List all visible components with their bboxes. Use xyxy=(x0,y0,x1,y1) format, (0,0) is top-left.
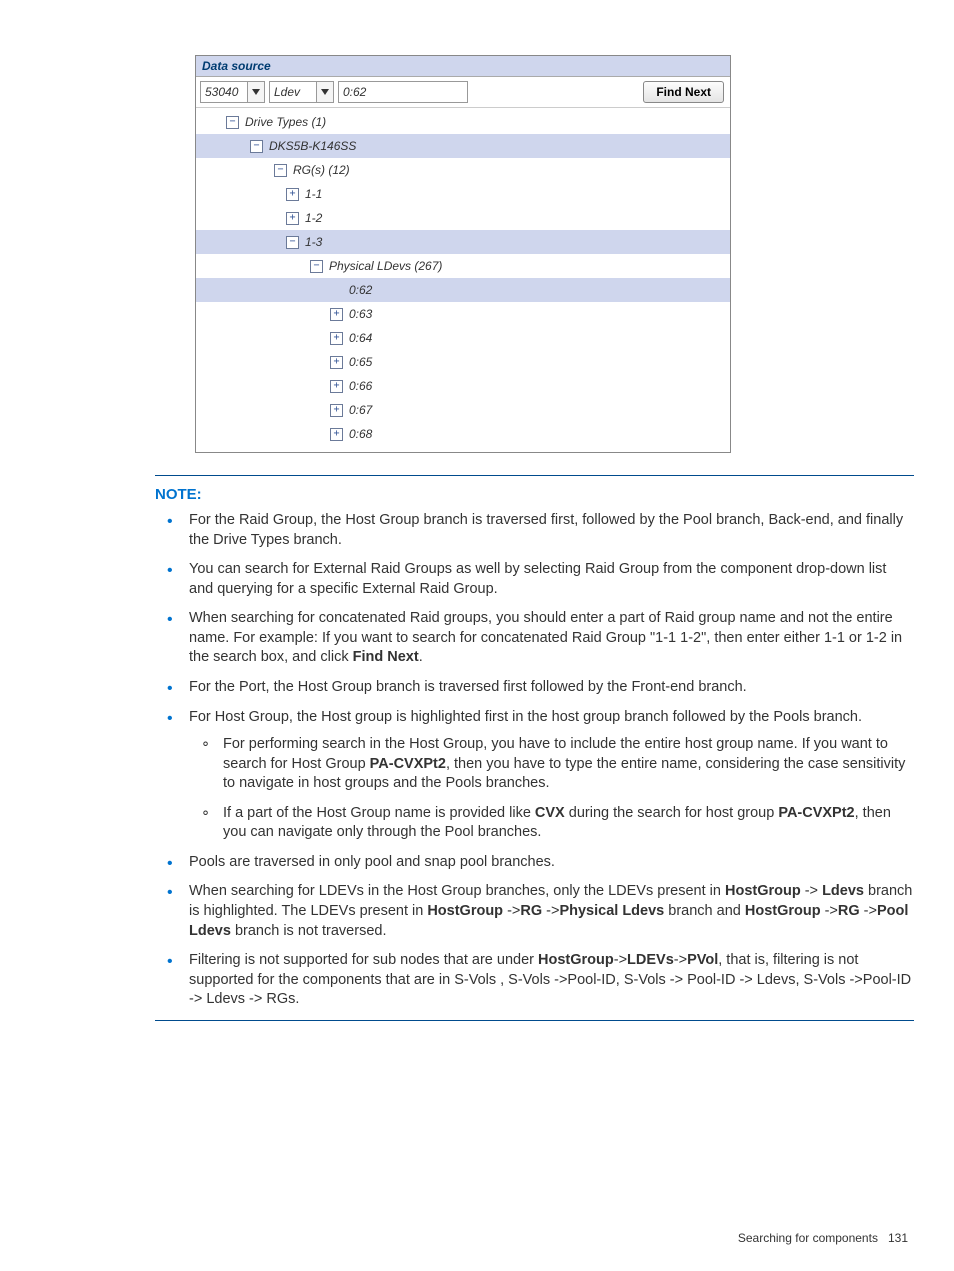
list-item: When searching for concatenated Raid gro… xyxy=(155,609,914,668)
divider xyxy=(155,475,914,476)
tree-node-drive-types[interactable]: −Drive Types (1) xyxy=(196,110,730,134)
note-list: For the Raid Group, the Host Group branc… xyxy=(155,511,914,1010)
component-select-value: Ldev xyxy=(270,85,316,99)
list-item: For the Raid Group, the Host Group branc… xyxy=(155,511,914,550)
expand-icon[interactable]: + xyxy=(330,428,343,441)
array-select[interactable]: 53040 xyxy=(200,81,265,103)
expand-icon[interactable]: + xyxy=(330,308,343,321)
search-input[interactable] xyxy=(338,81,468,103)
tree-node-ldev[interactable]: +0:63 xyxy=(196,302,730,326)
note-heading: NOTE: xyxy=(155,486,914,503)
collapse-icon[interactable]: − xyxy=(310,260,323,273)
component-select[interactable]: Ldev xyxy=(269,81,334,103)
find-next-button[interactable]: Find Next xyxy=(643,81,724,103)
expand-icon[interactable]: + xyxy=(286,188,299,201)
tree-node-ldev[interactable]: +0:67 xyxy=(196,398,730,422)
expand-icon[interactable]: + xyxy=(286,212,299,225)
chevron-down-icon[interactable] xyxy=(247,82,264,102)
expand-icon[interactable]: + xyxy=(330,404,343,417)
tree-node-ldev[interactable]: +0:68 xyxy=(196,422,730,446)
tree-node-physical-ldevs[interactable]: −Physical LDevs (267) xyxy=(196,254,730,278)
component-tree: −Drive Types (1) −DKS5B-K146SS −RG(s) (1… xyxy=(196,108,730,452)
search-toolbar: 53040 Ldev Find Next xyxy=(196,77,730,108)
tree-node-rg[interactable]: +1-1 xyxy=(196,182,730,206)
list-item: Filtering is not supported for sub nodes… xyxy=(155,951,914,1010)
collapse-icon[interactable]: − xyxy=(226,116,239,129)
list-item: When searching for LDEVs in the Host Gro… xyxy=(155,882,914,941)
page-footer: Searching for components 131 xyxy=(738,1231,908,1245)
expand-icon[interactable]: + xyxy=(330,380,343,393)
chevron-down-icon[interactable] xyxy=(316,82,333,102)
list-item: For performing search in the Host Group,… xyxy=(189,735,914,794)
tree-node-ldev[interactable]: +0:65 xyxy=(196,350,730,374)
list-item: For Host Group, the Host group is highli… xyxy=(155,708,914,843)
array-select-value: 53040 xyxy=(201,85,247,99)
tree-node-rg[interactable]: +1-2 xyxy=(196,206,730,230)
tree-node-ldev[interactable]: 0:62 xyxy=(196,278,730,302)
tree-node-drive-model[interactable]: −DKS5B-K146SS xyxy=(196,134,730,158)
collapse-icon[interactable]: − xyxy=(274,164,287,177)
tree-node-ldev[interactable]: +0:64 xyxy=(196,326,730,350)
divider xyxy=(155,1020,914,1021)
list-item: Pools are traversed in only pool and sna… xyxy=(155,853,914,873)
list-item: If a part of the Host Group name is prov… xyxy=(189,804,914,843)
collapse-icon[interactable]: − xyxy=(250,140,263,153)
collapse-icon[interactable]: − xyxy=(286,236,299,249)
panel-title: Data source xyxy=(196,56,730,77)
expand-icon[interactable]: + xyxy=(330,356,343,369)
expand-icon[interactable]: + xyxy=(330,332,343,345)
data-source-panel: Data source 53040 Ldev Find Next −Drive … xyxy=(195,55,731,453)
list-item: For the Port, the Host Group branch is t… xyxy=(155,678,914,698)
tree-node-rgs[interactable]: −RG(s) (12) xyxy=(196,158,730,182)
list-item: You can search for External Raid Groups … xyxy=(155,560,914,599)
tree-node-rg[interactable]: −1-3 xyxy=(196,230,730,254)
tree-node-ldev[interactable]: +0:66 xyxy=(196,374,730,398)
